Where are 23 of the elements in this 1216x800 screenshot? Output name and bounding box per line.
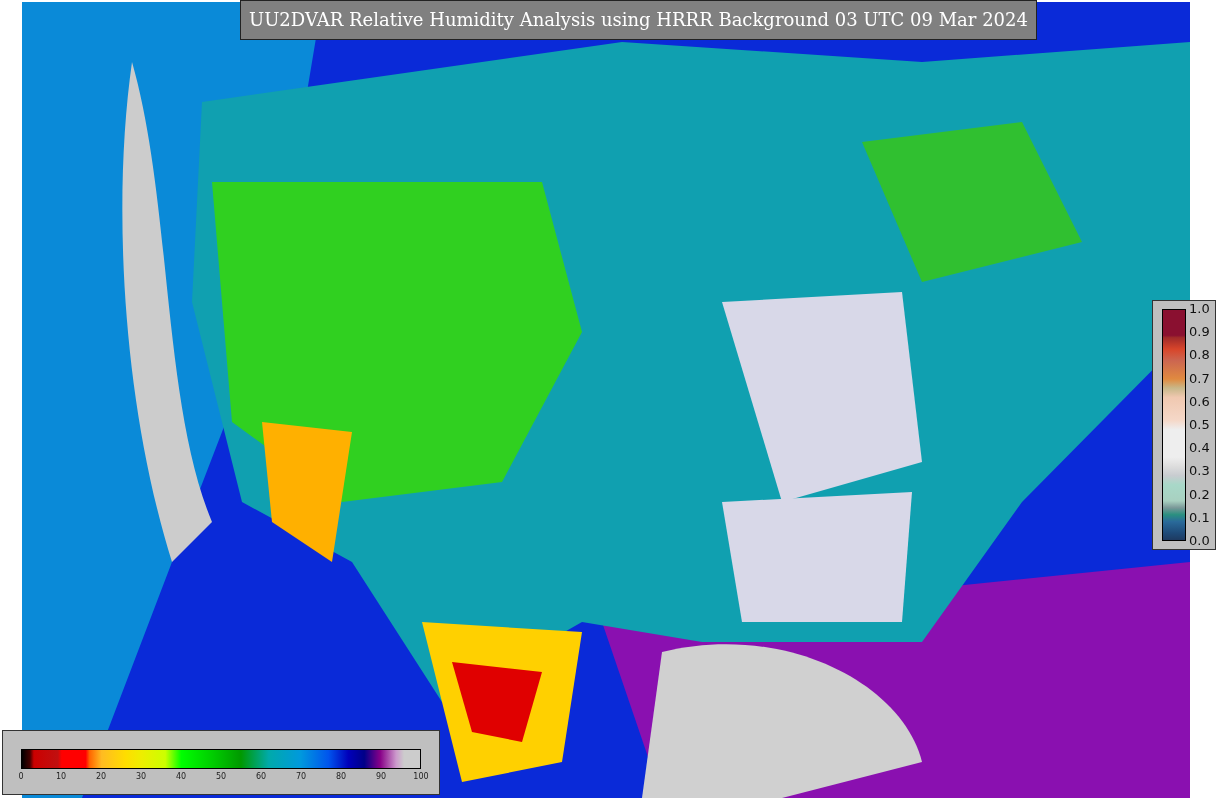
- tick-label: 80: [334, 772, 348, 781]
- tick-label: 90: [374, 772, 388, 781]
- tick-label: 0.6: [1189, 394, 1210, 409]
- tick-label: 0.0: [1189, 533, 1210, 548]
- tick-label: 10: [54, 772, 68, 781]
- tick-label: 0.7: [1189, 371, 1210, 386]
- tick-label: 0.9: [1189, 325, 1210, 340]
- tick-label: 0.1: [1189, 510, 1210, 525]
- tick-label: 0.5: [1189, 417, 1210, 432]
- tick-label: 0.3: [1189, 464, 1210, 479]
- tick-label: 60: [254, 772, 268, 781]
- tick-label: 0.8: [1189, 348, 1210, 363]
- tick-label: 20: [94, 772, 108, 781]
- tick-label: 30: [134, 772, 148, 781]
- tick-label: 0: [17, 772, 25, 781]
- tick-label: 0.2: [1189, 487, 1210, 502]
- tick-label: 50: [214, 772, 228, 781]
- map-title: UU2DVAR Relative Humidity Analysis using HRRR Background 03 UTC 09 Mar 2024: [240, 0, 1037, 40]
- tick-label: 40: [174, 772, 188, 781]
- tick-label: 70: [294, 772, 308, 781]
- tick-label: 0.4: [1189, 441, 1210, 456]
- tick-label: 100: [412, 772, 430, 781]
- tick-label: 1.0: [1189, 302, 1210, 316]
